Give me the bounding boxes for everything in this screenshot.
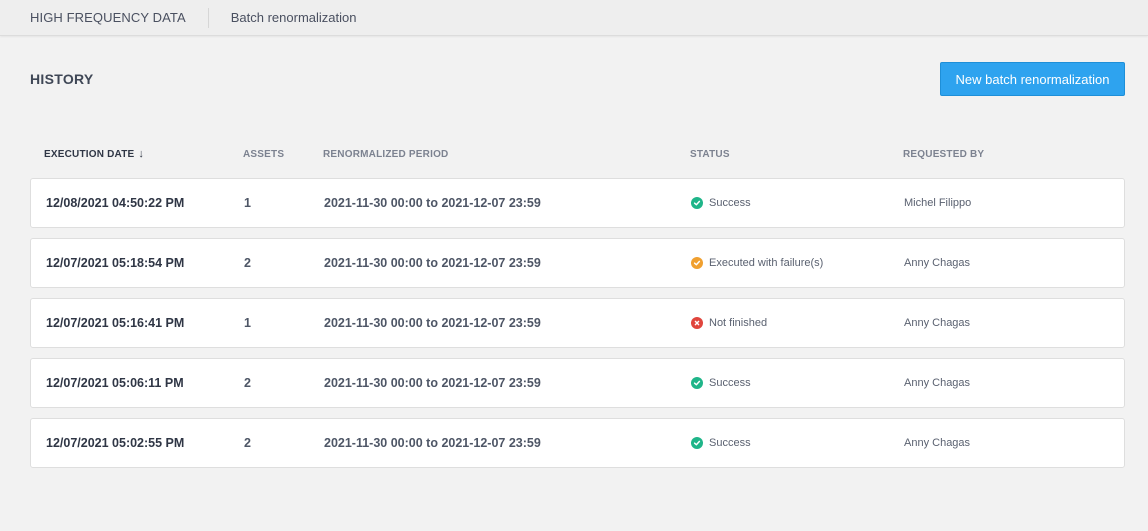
- table-row[interactable]: 12/08/2021 04:50:22 PM 1 2021-11-30 00:0…: [30, 178, 1125, 228]
- table-row[interactable]: 12/07/2021 05:02:55 PM 2 2021-11-30 00:0…: [30, 418, 1125, 468]
- status-label: Success: [709, 197, 751, 209]
- arrow-down-icon: ↓: [138, 148, 145, 160]
- assets-cell: 1: [244, 316, 251, 330]
- column-header-requested-by[interactable]: REQUESTED BY: [903, 149, 1125, 160]
- warning-check-icon: [691, 257, 703, 269]
- column-header-status[interactable]: STATUS: [690, 149, 903, 160]
- column-label: EXECUTION DATE: [44, 148, 135, 160]
- breadcrumb-root[interactable]: HIGH FREQUENCY DATA: [30, 10, 208, 25]
- execution-date-cell: 12/07/2021 05:16:41 PM: [46, 316, 185, 330]
- table-row[interactable]: 12/07/2021 05:16:41 PM 1 2021-11-30 00:0…: [30, 298, 1125, 348]
- success-check-icon: [691, 377, 703, 389]
- breadcrumb-current: Batch renormalization: [230, 10, 357, 25]
- requested-by-cell: Anny Chagas: [904, 317, 971, 329]
- assets-cell: 1: [244, 196, 251, 210]
- status-label: Executed with failure(s): [709, 257, 824, 269]
- assets-cell: 2: [244, 436, 251, 450]
- status-cell: Success: [691, 437, 904, 449]
- execution-date-cell: 12/07/2021 05:02:55 PM: [46, 436, 185, 450]
- status-cell: Success: [691, 377, 904, 389]
- renormalized-period-cell: 2021-11-30 00:00 to 2021-12-07 23:59: [324, 316, 541, 330]
- requested-by-cell: Anny Chagas: [904, 437, 971, 449]
- error-x-icon: [691, 317, 703, 329]
- renormalized-period-cell: 2021-11-30 00:00 to 2021-12-07 23:59: [324, 436, 541, 450]
- top-bar: HIGH FREQUENCY DATA Batch renormalizatio…: [0, 0, 1148, 36]
- requested-by-cell: Anny Chagas: [904, 377, 971, 389]
- success-check-icon: [691, 197, 703, 209]
- table-body: 12/08/2021 04:50:22 PM 1 2021-11-30 00:0…: [30, 178, 1125, 468]
- history-table: EXECUTION DATE ↓ ASSETS RENORMALIZED PER…: [30, 140, 1125, 478]
- status-label: Not finished: [709, 317, 768, 329]
- renormalized-period-cell: 2021-11-30 00:00 to 2021-12-07 23:59: [324, 256, 541, 270]
- page-title: HISTORY: [30, 71, 94, 87]
- execution-date-cell: 12/08/2021 04:50:22 PM: [46, 196, 185, 210]
- status-label: Success: [709, 377, 751, 389]
- column-header-renormalized-period[interactable]: RENORMALIZED PERIOD: [323, 149, 690, 160]
- requested-by-cell: Michel Filippo: [904, 197, 972, 209]
- new-batch-renormalization-button[interactable]: New batch renormalization: [940, 62, 1125, 96]
- column-header-execution-date[interactable]: EXECUTION DATE ↓: [30, 148, 243, 160]
- renormalized-period-cell: 2021-11-30 00:00 to 2021-12-07 23:59: [324, 196, 541, 210]
- table-row[interactable]: 12/07/2021 05:18:54 PM 2 2021-11-30 00:0…: [30, 238, 1125, 288]
- status-label: Success: [709, 437, 751, 449]
- table-header: EXECUTION DATE ↓ ASSETS RENORMALIZED PER…: [30, 140, 1125, 168]
- execution-date-cell: 12/07/2021 05:06:11 PM: [46, 376, 184, 390]
- success-check-icon: [691, 437, 703, 449]
- execution-date-cell: 12/07/2021 05:18:54 PM: [46, 256, 185, 270]
- requested-by-cell: Anny Chagas: [904, 257, 971, 269]
- status-cell: Executed with failure(s): [691, 257, 904, 269]
- status-cell: Not finished: [691, 317, 904, 329]
- page-header: HISTORY New batch renormalization: [30, 62, 1125, 96]
- status-cell: Success: [691, 197, 904, 209]
- table-row[interactable]: 12/07/2021 05:06:11 PM 2 2021-11-30 00:0…: [30, 358, 1125, 408]
- assets-cell: 2: [244, 376, 251, 390]
- column-header-assets[interactable]: ASSETS: [243, 149, 323, 160]
- assets-cell: 2: [244, 256, 251, 270]
- renormalized-period-cell: 2021-11-30 00:00 to 2021-12-07 23:59: [324, 376, 541, 390]
